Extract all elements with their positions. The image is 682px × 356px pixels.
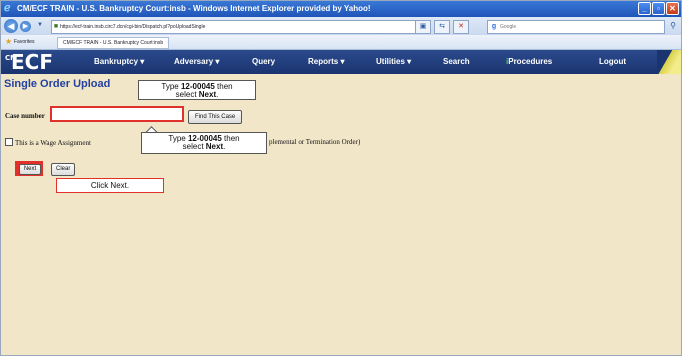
lock-icon: ■ (53, 23, 59, 30)
page-title: Single Order Upload (4, 78, 111, 90)
menu-utilities[interactable]: Utilities ▾ (376, 57, 411, 66)
maximize-button[interactable]: ▫ (652, 2, 665, 15)
decorative-swoosh (657, 50, 681, 74)
callout-mid-line-2: select Next. (142, 143, 266, 151)
browser-window: ℯ CM/ECF TRAIN - U.S. Bankruptcy Court:i… (0, 0, 682, 356)
google-icon: g (491, 23, 497, 30)
callout-mid-select: select (182, 142, 206, 151)
menu-logout[interactable]: Logout (599, 57, 626, 66)
wage-assignment-option[interactable]: This is a Wage Assignment (5, 138, 91, 147)
callout-mid-period: . (223, 142, 226, 151)
back-arrow-icon[interactable]: ◀ (4, 19, 18, 33)
wage-assignment-label: This is a Wage Assignment (15, 139, 91, 147)
clear-button[interactable]: Clear (51, 163, 76, 176)
case-number-label: Case number (5, 112, 45, 120)
address-field[interactable]: ■ https://ecf-train.insb.circ7.dcn/cgi-bi… (51, 20, 425, 34)
menu-bankruptcy-label: Bankruptcy (94, 57, 139, 66)
security-icon[interactable]: ▣ (415, 20, 431, 34)
ecf-menu-bar: CMECF Bankruptcy ▾ Adversary ▾ Query Rep… (1, 50, 681, 74)
menu-procedures[interactable]: iProcedures (506, 57, 552, 66)
search-input[interactable]: g Google (487, 20, 665, 34)
callout-top: Type 12-00045 then select Next. (138, 80, 256, 100)
callout-top-next: Next (198, 90, 217, 99)
address-toolbar: ◀ ▶ ▼ ■ https://ecf-train.insb.circ7.dcn/… (1, 17, 681, 35)
favorites-label[interactable]: Favorites (14, 35, 35, 49)
menu-reports[interactable]: Reports ▾ (308, 57, 344, 66)
close-button[interactable]: ✕ (666, 2, 679, 15)
find-this-case-button[interactable]: Find This Case (188, 110, 243, 124)
forward-arrow-icon[interactable]: ▶ (20, 21, 31, 32)
menu-procedures-label: Procedures (508, 57, 553, 66)
address-text: https://ecf-train.insb.circ7.dcn/cgi-bin… (60, 24, 206, 30)
address-tools: ▣ ⇆ ✕ (415, 20, 469, 34)
callout-top-line-2: select Next. (139, 91, 255, 99)
menu-utilities-label: Utilities (376, 57, 405, 66)
logo-ecf: ECF (11, 50, 54, 74)
window-title: CM/ECF TRAIN - U.S. Bankruptcy Court:ins… (17, 4, 371, 13)
refresh-icon[interactable]: ⇆ (434, 20, 450, 34)
menu-reports-label: Reports (308, 57, 339, 66)
search-placeholder: Google (500, 24, 517, 30)
menu-adversary[interactable]: Adversary ▾ (174, 57, 219, 66)
internet-explorer-icon: ℯ (4, 2, 11, 14)
browser-tab[interactable]: CM/ECF TRAIN - U.S. Bankruptcy Court:ins… (57, 37, 170, 49)
ecf-logo[interactable]: CMECF (5, 52, 53, 72)
callout-mid-next: Next (205, 142, 224, 151)
callout-top-period: . (216, 90, 219, 99)
title-bar: ℯ CM/ECF TRAIN - U.S. Bankruptcy Court:i… (1, 1, 681, 17)
wage-assignment-checkbox[interactable] (5, 138, 13, 146)
menu-search[interactable]: Search (443, 57, 470, 66)
callout-middle: Type 12-00045 then select Next. (141, 132, 267, 154)
stop-icon[interactable]: ✕ (453, 20, 469, 34)
menu-adversary-label: Adversary (174, 57, 214, 66)
next-button-highlight: Next (15, 161, 43, 176)
menu-bankruptcy[interactable]: Bankruptcy ▾ (94, 57, 144, 66)
menu-query[interactable]: Query (252, 57, 275, 66)
callout-click-next: Click Next. (56, 178, 164, 193)
dropdown-arrow-icon[interactable]: ▼ (37, 22, 43, 28)
minimize-button[interactable]: _ (638, 2, 651, 15)
favorites-star-icon[interactable]: ★ (5, 35, 12, 49)
wage-assignment-label-end: plemental or Termination Order) (269, 138, 361, 146)
case-number-input[interactable] (50, 106, 184, 122)
search-icon[interactable]: ⚲ (667, 20, 679, 32)
next-button[interactable]: Next (19, 164, 41, 175)
callout-top-select: select (175, 90, 199, 99)
window-controls: _ ▫ ✕ (638, 2, 679, 15)
favorites-bar: ★ Favorites CM/ECF TRAIN - U.S. Bankrupt… (1, 35, 681, 50)
